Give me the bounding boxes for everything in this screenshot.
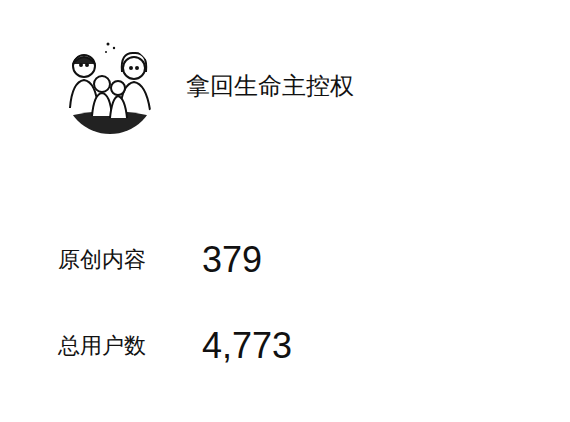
profile-header: 拿回生命主控权 bbox=[0, 0, 570, 134]
profile-name: 拿回生命主控权 bbox=[186, 70, 354, 102]
avatar-icon bbox=[62, 38, 158, 134]
account-overview: 拿回生命主控权原创内容 379 总用户数 4,773 bbox=[0, 0, 570, 422]
stat-row: 原创内容 379 bbox=[58, 238, 570, 282]
stat-value: 379 bbox=[202, 238, 262, 282]
stat-label: 总用户数 bbox=[58, 331, 170, 361]
stat-row: 总用户数 4,773 bbox=[58, 324, 570, 368]
stat-label: 原创内容 bbox=[58, 245, 170, 275]
stat-value: 4,773 bbox=[202, 324, 292, 368]
stats-list: 原创内容 379 总用户数 4,773 bbox=[0, 238, 570, 368]
